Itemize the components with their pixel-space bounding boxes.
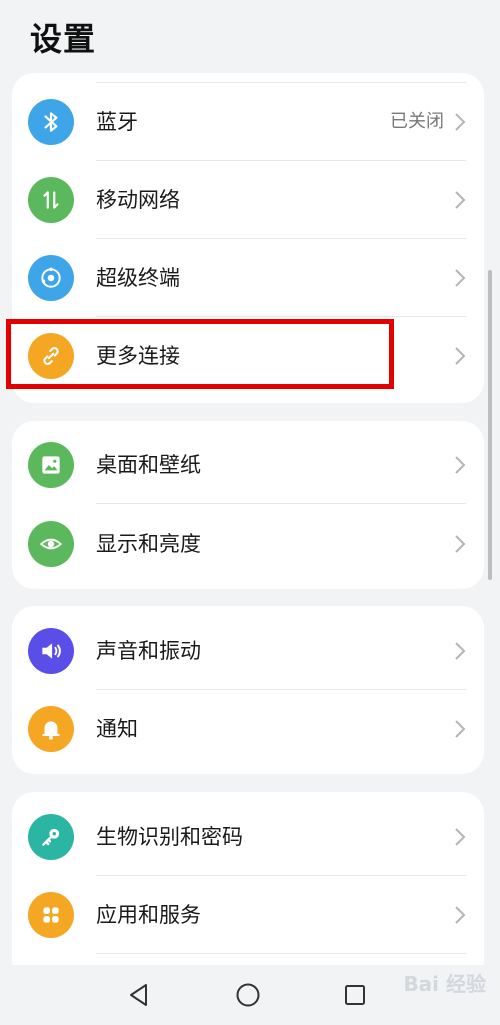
chevron-right-icon (455, 456, 466, 474)
chevron-right-icon (455, 535, 466, 553)
watermark-logo: Bai 经验 (403, 972, 486, 996)
settings-item-label: 通知 (96, 717, 138, 741)
chevron-right-icon (455, 642, 466, 660)
divider (96, 503, 466, 504)
bluetooth-status: 已关闭 (390, 111, 444, 132)
settings-item-mobile-network[interactable]: 移动网络 (12, 161, 484, 239)
bluetooth-icon (28, 99, 74, 145)
settings-group-security: 生物识别和密码 应用和服务 (12, 792, 484, 992)
settings-item-label: 声音和振动 (96, 639, 201, 663)
eye-icon (28, 521, 74, 567)
chevron-right-icon (455, 720, 466, 738)
settings-item-wallpaper[interactable]: 桌面和壁纸 (12, 426, 484, 504)
key-icon (28, 814, 74, 860)
chevron-right-icon (455, 906, 466, 924)
chevron-right-icon (455, 191, 466, 209)
chevron-right-icon (455, 269, 466, 287)
back-triangle-icon[interactable] (124, 980, 154, 1010)
settings-item-label: 应用和服务 (96, 903, 201, 927)
highlight-box (6, 319, 394, 389)
settings-item-display[interactable]: 显示和亮度 (12, 505, 484, 583)
chevron-right-icon (455, 828, 466, 846)
settings-item-label: 移动网络 (96, 188, 180, 212)
settings-item-apps[interactable]: 应用和服务 (12, 876, 484, 954)
settings-item-bluetooth[interactable]: 蓝牙 已关闭 (12, 83, 484, 161)
settings-item-label: 显示和亮度 (96, 532, 201, 556)
page-title: 设置 (30, 20, 97, 58)
chevron-right-icon (455, 347, 466, 365)
super-device-icon (28, 255, 74, 301)
settings-item-label: 超级终端 (96, 266, 180, 290)
speaker-icon (28, 628, 74, 674)
settings-item-label: 生物识别和密码 (96, 825, 243, 849)
wallpaper-icon (28, 442, 74, 488)
settings-item-biometrics[interactable]: 生物识别和密码 (12, 798, 484, 876)
scrollbar[interactable] (488, 270, 492, 580)
settings-item-label: 蓝牙 (96, 110, 138, 134)
recents-square-icon[interactable] (340, 980, 370, 1010)
bell-icon (28, 706, 74, 752)
settings-item-notifications[interactable]: 通知 (12, 690, 484, 768)
home-circle-icon[interactable] (233, 980, 263, 1010)
mobile-data-icon (28, 177, 74, 223)
settings-group-display: 桌面和壁纸 显示和亮度 (12, 421, 484, 589)
settings-item-sound[interactable]: 声音和振动 (12, 612, 484, 690)
chevron-right-icon (455, 113, 466, 131)
apps-icon (28, 892, 74, 938)
settings-item-super-device[interactable]: 超级终端 (12, 239, 484, 317)
divider (96, 953, 466, 954)
settings-group-sound: 声音和振动 通知 (12, 606, 484, 774)
settings-item-label: 桌面和壁纸 (96, 453, 201, 477)
